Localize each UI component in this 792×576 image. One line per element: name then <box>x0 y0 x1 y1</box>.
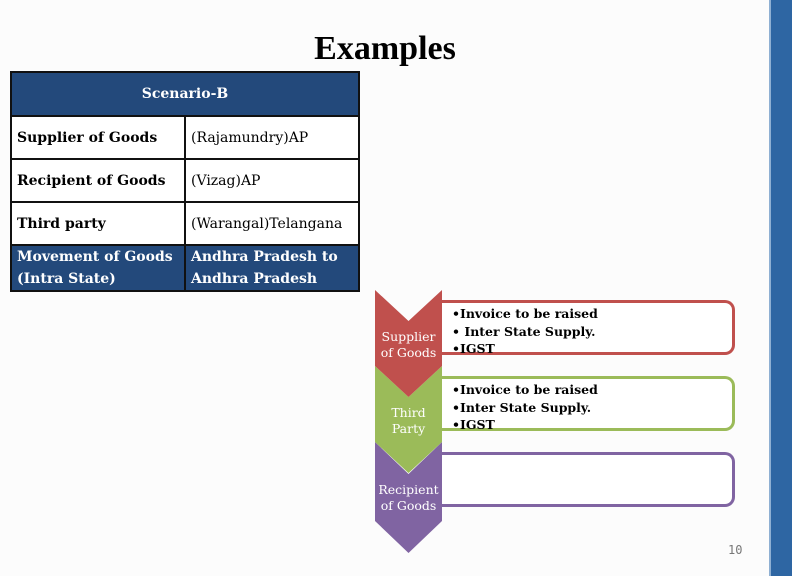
bullet-item: Invoice to be raised <box>452 305 732 323</box>
chevron-label-line2: Party <box>391 421 426 436</box>
row-label: Supplier of Goods <box>10 115 186 160</box>
chevron-label-line2: of Goods <box>380 498 437 513</box>
row-value: (Rajamundry)AP <box>184 115 360 160</box>
step-box-supplier: Invoice to be raised Inter State Supply.… <box>440 300 735 358</box>
slide-side-bar <box>769 0 792 576</box>
movement-row: Movement of Goods (Intra State) Andhra P… <box>10 244 360 292</box>
chevron-label: Third Party <box>375 405 442 437</box>
step-box-recipient <box>440 452 735 507</box>
chevron-label-line1: Supplier <box>381 329 436 344</box>
row-value: (Warangal)Telangana <box>184 201 360 246</box>
movement-value-line2: Andhra Pradesh <box>191 271 318 287</box>
movement-value-line1: Andhra Pradesh to <box>191 249 338 265</box>
bullet-item: Invoice to be raised <box>452 381 732 399</box>
table-row: Recipient of Goods (Vizag)AP <box>10 158 360 203</box>
table-row: Third party (Warangal)Telangana <box>10 201 360 246</box>
chevron-label-line1: Third <box>391 405 426 420</box>
bullet-item: IGST <box>452 340 732 358</box>
chevron-label: Recipient of Goods <box>375 482 442 514</box>
movement-label-line2: (Intra State) <box>17 271 116 287</box>
chevron-label-line2: of Goods <box>380 345 437 360</box>
row-label: Third party <box>10 201 186 246</box>
chevron-label: Supplier of Goods <box>375 329 442 361</box>
bullet-item: IGST <box>452 416 732 434</box>
chevron-supplier: Supplier of Goods <box>375 290 442 398</box>
movement-label: Movement of Goods (Intra State) <box>10 244 186 292</box>
slide-title: Examples <box>314 30 456 67</box>
page-number: 10 <box>728 543 743 557</box>
row-value: (Vizag)AP <box>184 158 360 203</box>
bullet-item: Inter State Supply. <box>452 399 732 417</box>
movement-label-line1: Movement of Goods <box>17 249 173 265</box>
scenario-header: Scenario-B <box>10 71 360 117</box>
row-label: Recipient of Goods <box>10 158 186 203</box>
step-box-third-party: Invoice to be raised Inter State Supply.… <box>440 376 735 434</box>
table-row: Supplier of Goods (Rajamundry)AP <box>10 115 360 160</box>
chevron-label-line1: Recipient <box>378 482 439 497</box>
bullet-item: Inter State Supply. <box>452 323 732 341</box>
scenario-table: Scenario-B Supplier of Goods (Rajamundry… <box>10 71 360 292</box>
movement-value: Andhra Pradesh to Andhra Pradesh <box>184 244 360 292</box>
